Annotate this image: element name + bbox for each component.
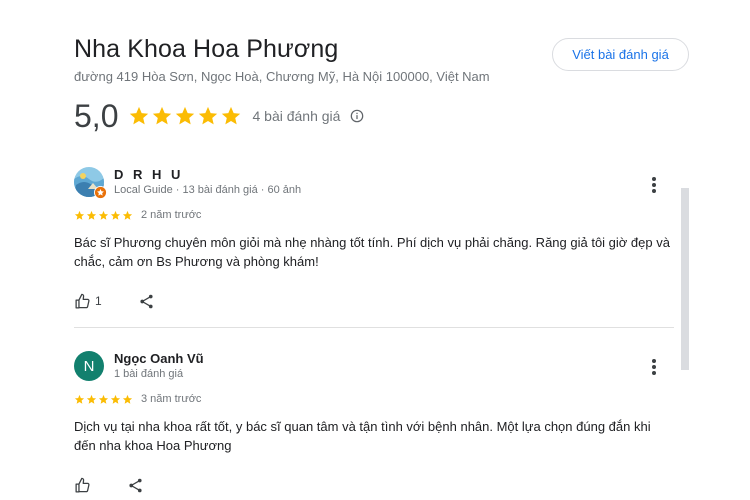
star-icon	[176, 106, 195, 125]
avatar-letter: N	[74, 351, 104, 381]
review-text: Dịch vụ tại nha khoa rất tốt, y bác sĩ q…	[74, 419, 651, 453]
review-rating-row: 2 năm trước	[74, 208, 674, 222]
star-icon	[122, 394, 133, 404]
star-icon	[74, 394, 85, 404]
star-icon	[153, 106, 172, 125]
place-address: đường 419 Hòa Sơn, Ngọc Hoà, Chương Mỹ, …	[74, 69, 490, 84]
review-count: 4 bài đánh giá	[252, 108, 341, 124]
write-review-button[interactable]: Viết bài đánh giá	[552, 38, 689, 71]
thumbs-up-icon	[75, 477, 90, 493]
review-actions	[74, 473, 674, 497]
review-rating-row: 3 năm trước	[74, 392, 674, 406]
author-meta: Local Guide · 13 bài đánh giá · 60 ảnh	[114, 184, 302, 196]
place-header: Nha Khoa Hoa Phương đường 419 Hòa Sơn, N…	[74, 34, 490, 84]
star-icon	[130, 106, 149, 125]
review-text: Bác sĩ Phương chuyên môn giỏi mà nhẹ nhà…	[74, 235, 670, 269]
review-date: 2 năm trước	[141, 209, 202, 221]
review-stars	[74, 394, 133, 405]
avatar[interactable]: N	[74, 351, 104, 381]
review-header: D R H U Local Guide · 13 bài đánh giá · …	[74, 160, 674, 204]
author-block: Ngọc Oanh Vũ 1 bài đánh giá	[114, 351, 204, 381]
star-icon	[98, 394, 109, 404]
like-count: 1	[95, 294, 102, 308]
share-button[interactable]	[138, 293, 155, 310]
like-button[interactable]: 1	[74, 293, 102, 310]
review-actions: 1	[74, 289, 674, 313]
review-item: D R H U Local Guide · 13 bài đánh giá · …	[74, 160, 674, 327]
share-icon	[140, 294, 153, 308]
review-stars	[74, 210, 133, 221]
thumbs-up-icon	[75, 293, 90, 309]
review-item: N Ngọc Oanh Vũ 1 bài đánh giá 3 năm trướ…	[74, 327, 674, 497]
star-icon	[110, 394, 121, 404]
share-button[interactable]	[127, 477, 144, 494]
star-icon	[86, 210, 97, 220]
like-button[interactable]	[74, 477, 91, 494]
place-title: Nha Khoa Hoa Phương	[74, 35, 339, 63]
more-options-icon[interactable]	[646, 358, 662, 376]
author-name[interactable]: D R H U	[114, 167, 301, 183]
star-icon	[74, 210, 85, 220]
star-icon	[199, 106, 218, 125]
rating-value: 5,0	[74, 98, 119, 134]
star-icon	[222, 106, 241, 125]
author-name[interactable]: Ngọc Oanh Vũ	[114, 351, 204, 367]
author-meta: 1 bài đánh giá	[114, 368, 184, 380]
rating-summary: 5,0 4 bài đánh giá	[74, 96, 364, 136]
scrollbar[interactable]	[681, 188, 689, 370]
review-date: 3 năm trước	[141, 393, 202, 405]
review-list: D R H U Local Guide · 13 bài đánh giá · …	[74, 160, 674, 497]
star-icon	[86, 394, 97, 404]
info-icon[interactable]	[350, 109, 364, 123]
review-header: N Ngọc Oanh Vũ 1 bài đánh giá	[74, 344, 674, 388]
avatar[interactable]	[74, 167, 107, 199]
share-icon	[129, 478, 142, 492]
star-icon	[98, 210, 109, 220]
star-icon	[122, 210, 133, 220]
local-guide-badge-icon	[94, 186, 107, 199]
more-options-icon[interactable]	[646, 176, 662, 194]
rating-stars	[128, 105, 242, 127]
star-icon	[110, 210, 121, 220]
author-block: D R H U Local Guide · 13 bài đánh giá · …	[114, 167, 301, 197]
